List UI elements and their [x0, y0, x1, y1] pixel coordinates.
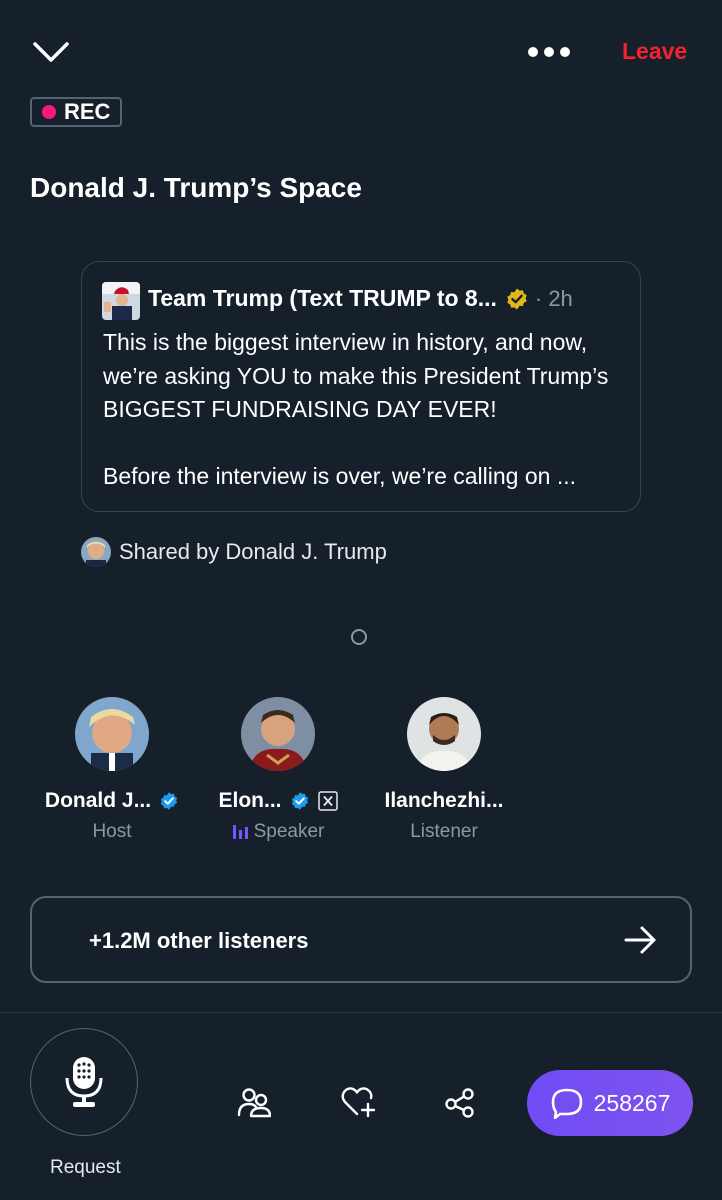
heart-plus-icon[interactable]: [341, 1086, 377, 1118]
shared-by: Shared by Donald J. Trump: [81, 537, 387, 567]
speaking-bars-icon: [232, 823, 250, 841]
participant-role: Speaker: [253, 821, 325, 842]
x-logo-icon: [317, 791, 338, 811]
avatar: [407, 697, 481, 771]
chevron-down-icon[interactable]: [32, 40, 70, 64]
participant-host[interactable]: Donald J... Host: [27, 697, 197, 843]
tweet-author-avatar[interactable]: [102, 282, 140, 320]
recording-badge: REC: [30, 97, 122, 127]
share-icon[interactable]: [444, 1086, 476, 1118]
sharer-avatar: [81, 537, 111, 567]
more-icon[interactable]: [527, 42, 571, 62]
tweet-paragraph: Before the interview is over, we’re call…: [103, 462, 577, 489]
request-label: Request: [50, 1157, 121, 1178]
participant-listener[interactable]: Ilanchezhi... Listener: [359, 697, 529, 843]
participant-name: Ilanchezhi...: [384, 789, 504, 812]
participant-speaker[interactable]: Elon... Speaker: [193, 697, 363, 843]
verified-icon: [159, 791, 179, 811]
participant-name: Donald J...: [44, 789, 152, 812]
comments-button[interactable]: 258267: [527, 1070, 693, 1136]
footer-divider: [0, 1012, 722, 1013]
comment-icon: [550, 1087, 584, 1119]
microphone-icon: [64, 1056, 104, 1108]
verified-icon: [290, 791, 310, 811]
arrow-right-icon: [624, 925, 658, 955]
participant-role: Listener: [410, 821, 478, 842]
request-mic-button[interactable]: [30, 1028, 138, 1136]
tweet-author-name[interactable]: Team Trump (Text TRUMP to 8...: [148, 285, 497, 312]
participant-role: Host: [92, 821, 132, 842]
comment-count: 258267: [593, 1089, 671, 1116]
avatar: [75, 697, 149, 771]
tweet-header: Team Trump (Text TRUMP to 8... · 2h: [148, 285, 573, 312]
quoted-tweet-card[interactable]: Team Trump (Text TRUMP to 8... · 2h This…: [81, 261, 641, 512]
recording-label: REC: [64, 99, 111, 124]
verified-gold-icon: [505, 287, 529, 311]
tweet-body: This is the biggest interview in history…: [103, 326, 633, 493]
other-listeners-button[interactable]: +1.2M other listeners: [30, 896, 692, 983]
space-title: Donald J. Trump’s Space: [30, 172, 362, 203]
participant-name: Elon...: [218, 789, 282, 812]
avatar: [241, 697, 315, 771]
shared-by-label: Shared by Donald J. Trump: [119, 539, 387, 564]
tweet-paragraph: This is the biggest interview in history…: [103, 329, 609, 422]
other-listeners-label: +1.2M other listeners: [89, 928, 309, 953]
leave-button[interactable]: Leave: [622, 38, 687, 65]
tweet-time: · 2h: [534, 285, 573, 311]
recording-dot: [42, 105, 56, 119]
people-icon[interactable]: [237, 1086, 271, 1118]
pager-indicator: [351, 629, 367, 645]
